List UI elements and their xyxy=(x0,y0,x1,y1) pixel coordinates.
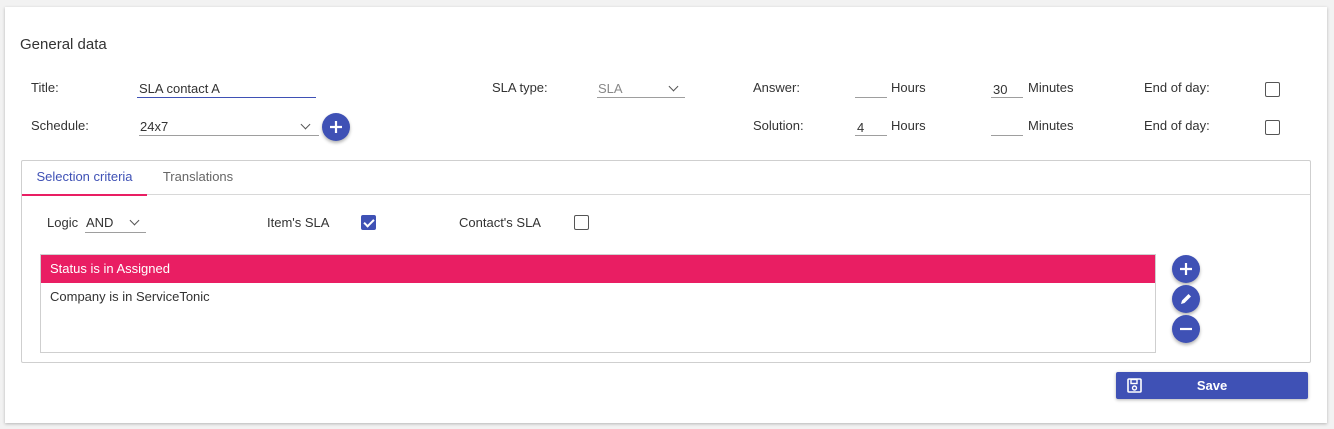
add-criteria-button[interactable] xyxy=(1172,255,1200,283)
save-label: Save xyxy=(1196,378,1228,393)
list-item[interactable]: Status is in Assigned xyxy=(41,255,1155,283)
general-data-panel: General data Title: SLA contact A SLA ty… xyxy=(5,7,1327,423)
schedule-select[interactable]: 24x7 xyxy=(139,117,319,136)
solution-eod-label: End of day: xyxy=(1144,118,1210,133)
answer-minutes-value: 30 xyxy=(993,82,1008,97)
answer-eod-label: End of day: xyxy=(1144,80,1210,95)
title-input[interactable]: SLA contact A xyxy=(137,79,316,98)
solution-eod-checkbox[interactable] xyxy=(1265,120,1280,135)
contacts-sla-checkbox[interactable] xyxy=(574,215,589,230)
solution-hours-value: 4 xyxy=(857,120,865,135)
answer-label: Answer: xyxy=(753,80,800,95)
section-title: General data xyxy=(20,36,107,53)
list-item[interactable]: Company is in ServiceTonic xyxy=(41,283,1155,311)
edit-criteria-button[interactable] xyxy=(1172,285,1200,313)
answer-minutes-input[interactable]: 30 xyxy=(991,79,1023,98)
answer-hours-input[interactable] xyxy=(855,79,887,98)
solution-hours-input[interactable]: 4 xyxy=(855,117,887,136)
solution-minutes-label: Minutes xyxy=(1028,118,1074,133)
chevron-down-icon xyxy=(668,81,679,92)
criteria-list: Status is in Assigned Company is in Serv… xyxy=(40,254,1156,353)
minus-icon xyxy=(1180,327,1192,331)
logic-value: AND xyxy=(86,215,114,230)
plus-icon xyxy=(330,121,342,133)
chevron-down-icon xyxy=(129,215,140,226)
title-label: Title: xyxy=(31,80,59,95)
add-schedule-button[interactable] xyxy=(322,113,350,141)
answer-minutes-label: Minutes xyxy=(1028,80,1074,95)
tab-translations[interactable]: Translations xyxy=(147,161,249,194)
plus-icon xyxy=(1180,263,1192,275)
solution-minutes-input[interactable] xyxy=(991,117,1023,136)
sla-type-label: SLA type: xyxy=(492,80,548,95)
solution-label: Solution: xyxy=(753,118,804,133)
sla-type-select[interactable]: SLA xyxy=(597,79,685,98)
contacts-sla-label: Contact's SLA xyxy=(459,215,541,230)
remove-criteria-button[interactable] xyxy=(1172,315,1200,343)
logic-label: Logic xyxy=(47,215,79,230)
items-sla-checkbox[interactable] xyxy=(361,215,376,230)
solution-hours-label: Hours xyxy=(891,118,926,133)
answer-eod-checkbox[interactable] xyxy=(1265,82,1280,97)
schedule-value: 24x7 xyxy=(140,119,169,134)
pencil-icon xyxy=(1181,294,1191,304)
tab-selection-criteria[interactable]: Selection criteria xyxy=(22,161,147,196)
sla-type-value: SLA xyxy=(598,81,623,96)
chevron-down-icon xyxy=(300,119,311,130)
tab-bar: Selection criteria Translations xyxy=(22,161,1310,196)
criteria-tabs-container: Selection criteria Translations Logic AN… xyxy=(21,160,1311,363)
answer-hours-label: Hours xyxy=(891,80,926,95)
save-button[interactable]: Save xyxy=(1116,372,1308,399)
logic-select[interactable]: AND xyxy=(85,214,146,233)
title-input-value: SLA contact A xyxy=(139,81,220,96)
schedule-label: Schedule: xyxy=(31,118,89,133)
items-sla-label: Item's SLA xyxy=(267,215,330,230)
